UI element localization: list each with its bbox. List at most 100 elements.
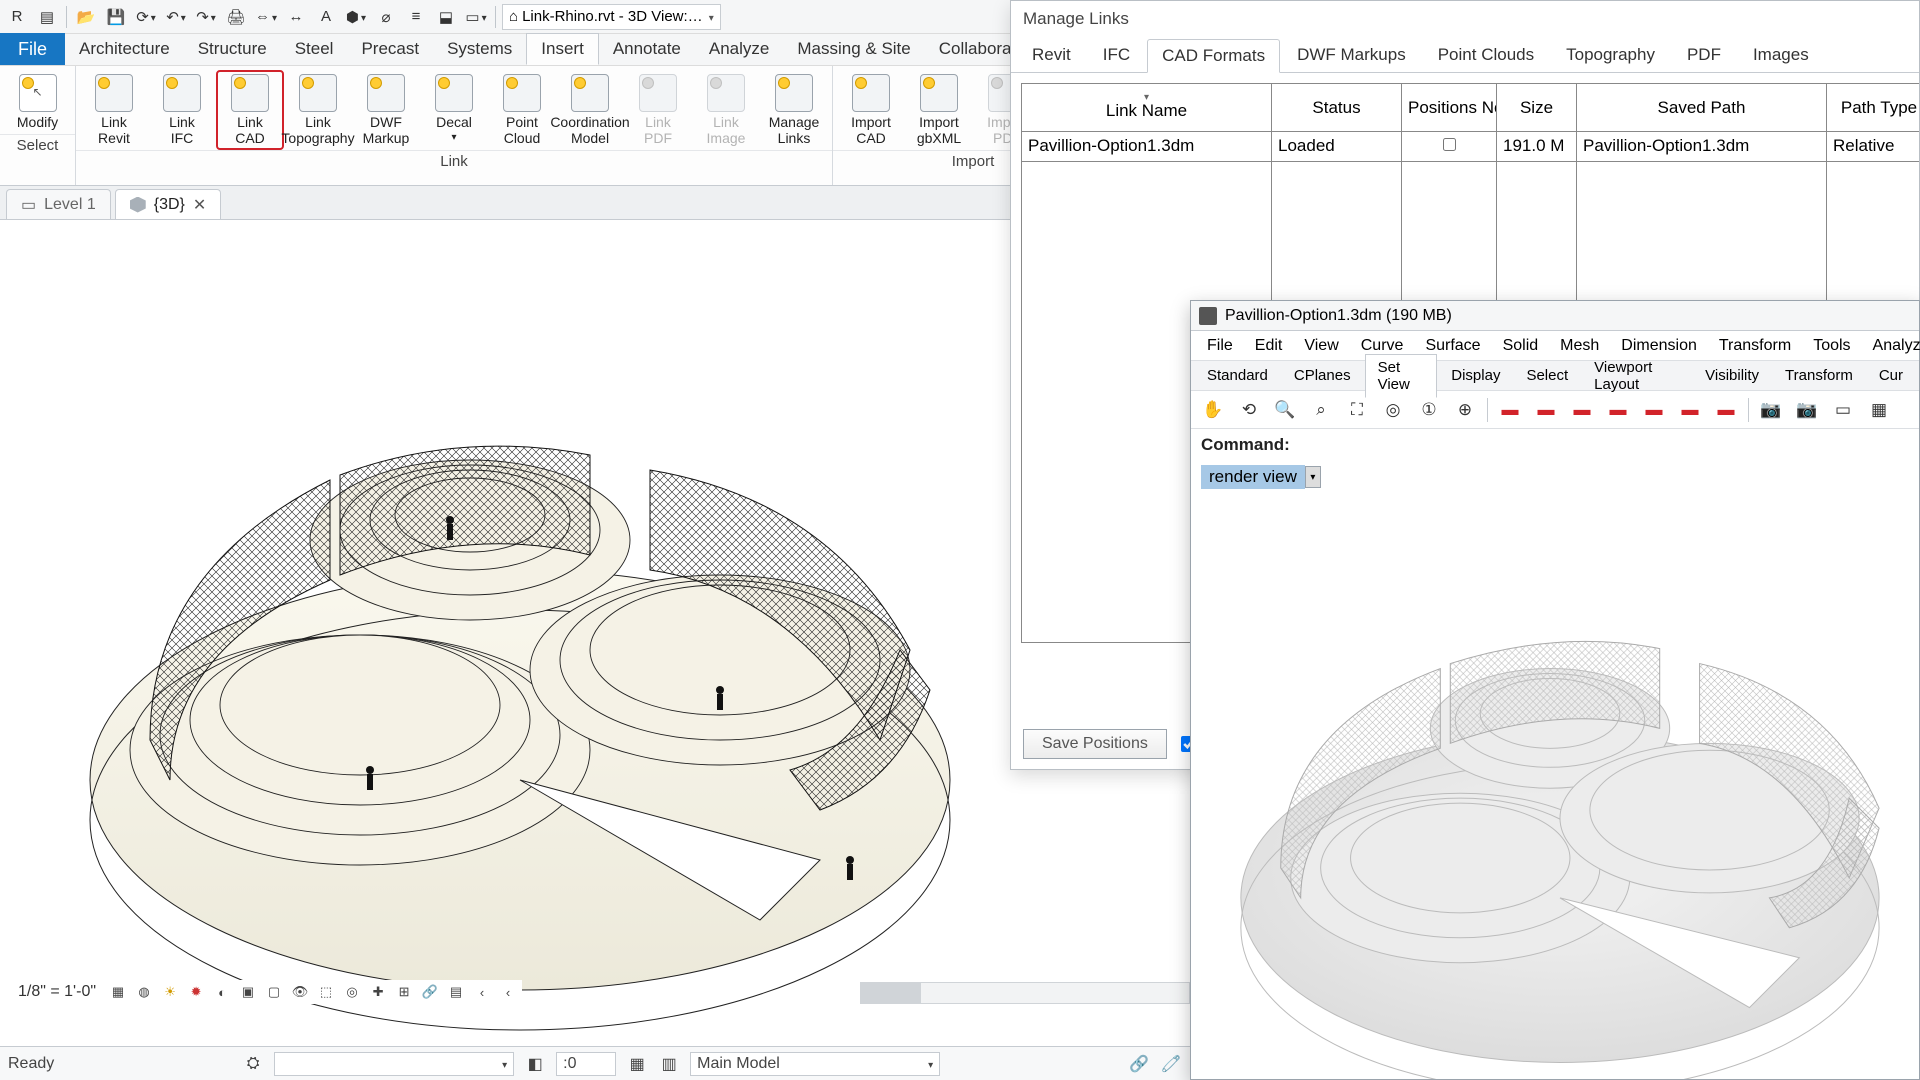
document-title-dropdown[interactable]: ⌂ Link-Rhino.rvt - 3D View:… [502, 4, 721, 30]
rhino-tooltab-cur[interactable]: Cur [1867, 363, 1915, 388]
rhino-menu-tools[interactable]: Tools [1803, 333, 1860, 359]
ml-tab-ifc[interactable]: IFC [1088, 38, 1145, 72]
view-tab-level1[interactable]: ▭Level 1 [6, 189, 111, 219]
undo-icon[interactable]: ↶ [163, 4, 189, 30]
link-revit-button[interactable]: Link Revit [80, 70, 148, 150]
design-option-icon[interactable]: ◧ [524, 1053, 546, 1075]
thin-lines-icon[interactable]: ≡ [403, 4, 429, 30]
table-row[interactable]: Pavillion-Option1.3dmLoaded191.0 MPavill… [1022, 132, 1920, 162]
ribbon-tab-massing-site[interactable]: Massing & Site [783, 33, 924, 65]
ml-tab-topography[interactable]: Topography [1551, 38, 1670, 72]
zoom-ext-icon[interactable]: ⛶ [1343, 396, 1371, 424]
ribbon-tab-insert[interactable]: Insert [526, 33, 599, 65]
link-topography-button[interactable]: Link Topography [284, 70, 352, 150]
show-crop-icon[interactable]: ▢ [264, 982, 284, 1002]
constraints-icon[interactable]: ✚ [368, 982, 388, 1002]
rhino-tooltab-select[interactable]: Select [1514, 363, 1580, 388]
positions-checkbox[interactable] [1443, 138, 1456, 151]
grid-icon[interactable]: ▤ [446, 982, 466, 1002]
exclude-icon[interactable]: ▥ [658, 1053, 680, 1075]
temporary-hide-icon[interactable]: ⬚ [316, 982, 336, 1002]
cam1-icon[interactable]: 📷 [1757, 396, 1785, 424]
select-links-icon[interactable]: 🔗 [1128, 1053, 1150, 1075]
text-icon[interactable]: A [313, 4, 339, 30]
car3-icon[interactable]: ▬ [1640, 396, 1668, 424]
modify-button[interactable]: ↖ Modify [4, 70, 71, 134]
rhino-tooltab-cplanes[interactable]: CPlanes [1282, 363, 1363, 388]
ribbon-tab-structure[interactable]: Structure [184, 33, 281, 65]
command-dropdown-icon[interactable]: ▾ [1305, 466, 1321, 488]
save-positions-button[interactable]: Save Positions [1023, 729, 1167, 759]
col-path-type[interactable]: Path Type [1827, 84, 1920, 132]
3d-view-icon[interactable]: ⬢ [343, 4, 369, 30]
detail-level-icon[interactable]: ▦ [108, 982, 128, 1002]
ribbon-tab-analyze[interactable]: Analyze [695, 33, 783, 65]
car5-icon[interactable]: ▬ [1712, 396, 1740, 424]
reveal-icon[interactable]: ◎ [342, 982, 362, 1002]
car2-icon[interactable]: ▬ [1604, 396, 1632, 424]
col-link-name[interactable]: Link Name [1022, 84, 1272, 132]
select-caption[interactable]: Select [0, 134, 75, 158]
switch-windows-icon[interactable]: ▭ [463, 4, 489, 30]
save-icon[interactable]: 💾 [103, 4, 129, 30]
chev1-icon[interactable]: ‹ [472, 982, 492, 1002]
ml-tab-point-clouds[interactable]: Point Clouds [1423, 38, 1549, 72]
import-gbxml-button[interactable]: Import gbXML [905, 70, 973, 150]
file-tab[interactable]: File [0, 33, 65, 65]
analytical-icon[interactable]: ⊞ [394, 982, 414, 1002]
ribbon-tab-systems[interactable]: Systems [433, 33, 526, 65]
close-hidden-icon[interactable]: ⬓ [433, 4, 459, 30]
rhino-viewport[interactable] [1191, 499, 1919, 1079]
rhino-menu-transform[interactable]: Transform [1709, 333, 1801, 359]
link-display-icon[interactable]: 🔗 [420, 982, 440, 1002]
horizontal-scrollbar[interactable] [860, 982, 1190, 1004]
rhino-menu-analyze[interactable]: Analyze [1863, 333, 1920, 359]
rendering-icon[interactable]: ◐ [212, 982, 232, 1002]
section-icon[interactable]: ⌀ [373, 4, 399, 30]
active-workset-dropdown[interactable] [274, 1052, 514, 1076]
dwf-markup-button[interactable]: DWF Markup [352, 70, 420, 150]
col-positions-not-saved[interactable]: Positions Not Saved [1402, 84, 1497, 132]
unhide-icon[interactable]: 👁 [290, 982, 310, 1002]
editable-only[interactable]: :0 [556, 1052, 616, 1076]
close-icon[interactable]: ✕ [193, 195, 206, 215]
rhino-menu-file[interactable]: File [1197, 333, 1243, 359]
app-menu-icon[interactable]: R [4, 4, 30, 30]
rhino-menu-solid[interactable]: Solid [1493, 333, 1549, 359]
shadows-icon[interactable]: ✹ [186, 982, 206, 1002]
print-icon[interactable]: 🖨 [223, 4, 249, 30]
ml-tab-dwf-markups[interactable]: DWF Markups [1282, 38, 1421, 72]
cam2-icon[interactable]: 📷 [1793, 396, 1821, 424]
pan-icon[interactable]: ✋ [1199, 396, 1227, 424]
ribbon-tab-annotate[interactable]: Annotate [599, 33, 695, 65]
point-cloud-button[interactable]: Point Cloud [488, 70, 556, 150]
rhino-tooltab-visibility[interactable]: Visibility [1693, 363, 1771, 388]
zoom-11-icon[interactable]: ① [1415, 396, 1443, 424]
open-icon[interactable]: 📂 [73, 4, 99, 30]
view-tab-3d[interactable]: {3D}✕ [115, 189, 222, 219]
ribbon-tab-steel[interactable]: Steel [281, 33, 348, 65]
ml-tab-pdf[interactable]: PDF [1672, 38, 1736, 72]
sun-path-icon[interactable]: ☀ [160, 982, 180, 1002]
model-group-icon[interactable]: ▦ [626, 1053, 648, 1075]
sync-icon[interactable]: ⟳ [133, 4, 159, 30]
view-scale[interactable]: 1/8" = 1'-0" [12, 983, 102, 1001]
ribbon-tab-architecture[interactable]: Architecture [65, 33, 184, 65]
link-cad-button[interactable]: Link CAD [216, 70, 284, 150]
persp-icon[interactable]: ▬ [1496, 396, 1524, 424]
visual-style-icon[interactable]: ◍ [134, 982, 154, 1002]
persp2-icon[interactable]: ▬ [1532, 396, 1560, 424]
link-ifc-button[interactable]: Link IFC [148, 70, 216, 150]
car1-icon[interactable]: ▬ [1568, 396, 1596, 424]
main-model-dropdown[interactable]: Main Model [690, 1052, 940, 1076]
rhino-tooltab-transform[interactable]: Transform [1773, 363, 1865, 388]
col-saved-path[interactable]: Saved Path [1577, 84, 1827, 132]
zoom-sel-icon[interactable]: ◎ [1379, 396, 1407, 424]
rhino-titlebar[interactable]: Pavillion-Option1.3dm (190 MB) [1191, 301, 1919, 331]
manage-links-button[interactable]: Manage Links [760, 70, 828, 150]
rotate-icon[interactable]: ⟲ [1235, 396, 1263, 424]
measure-icon[interactable]: ⇔ [253, 4, 279, 30]
coordination-model-button[interactable]: Coordination Model [556, 70, 624, 150]
cam3-icon[interactable]: ▭ [1829, 396, 1857, 424]
crop-view-icon[interactable]: ▣ [238, 982, 258, 1002]
